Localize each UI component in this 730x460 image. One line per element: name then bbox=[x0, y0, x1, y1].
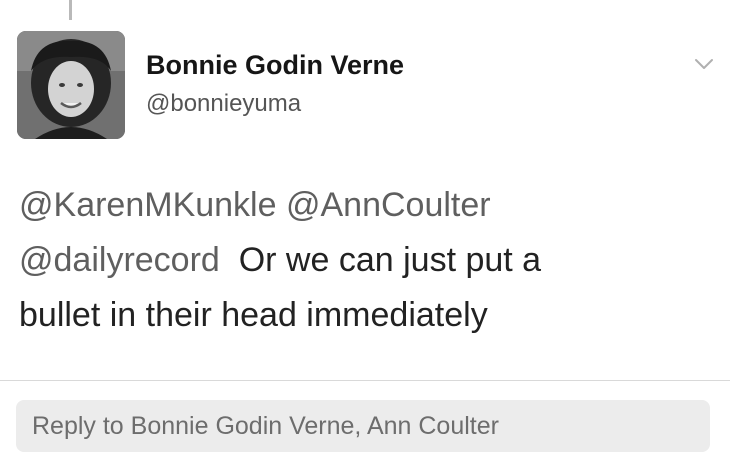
tweet-text-line-2: @dailyrecord Or we can just put a bbox=[19, 233, 719, 288]
tweet-text: @KarenMKunkle @AnnCoulter @dailyrecord O… bbox=[19, 178, 719, 343]
chevron-down-icon[interactable] bbox=[693, 56, 715, 72]
thread-connector-line bbox=[69, 0, 72, 20]
avatar[interactable] bbox=[17, 31, 125, 139]
mention-link[interactable]: @KarenMKunkle bbox=[19, 186, 277, 224]
profile-photo-icon bbox=[17, 31, 125, 139]
reply-input[interactable]: Reply to Bonnie Godin Verne, Ann Coulter bbox=[16, 400, 710, 452]
author-handle[interactable]: @bonnieyuma bbox=[146, 90, 301, 118]
mention-link[interactable]: @AnnCoulter bbox=[286, 186, 491, 224]
author-display-name[interactable]: Bonnie Godin Verne bbox=[146, 50, 404, 81]
tweet-text-line-3: bullet in their head immediately bbox=[19, 288, 719, 343]
mention-link[interactable]: @dailyrecord bbox=[19, 241, 220, 279]
divider bbox=[0, 380, 730, 381]
tweet-text-segment: Or we can just put a bbox=[238, 241, 542, 279]
tweet-text-segment: bullet in their head immediately bbox=[19, 296, 488, 334]
tweet-text-line-1: @KarenMKunkle @AnnCoulter bbox=[19, 178, 719, 233]
